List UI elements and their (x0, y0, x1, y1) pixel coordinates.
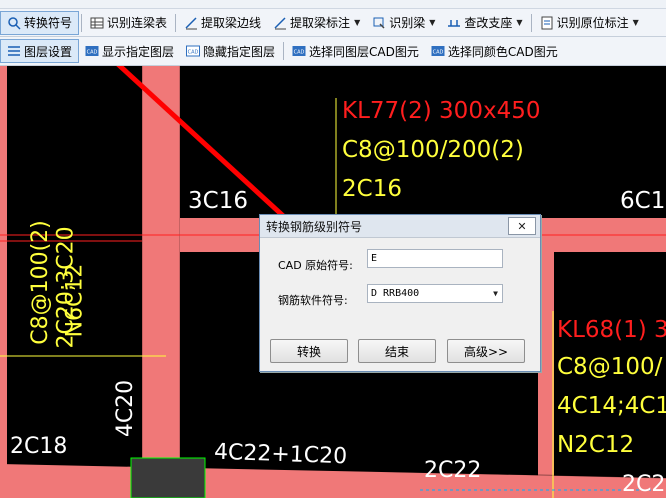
dialog-title: 转换钢筋级别符号 (266, 219, 363, 234)
cad-symbol-label: CAD 原始符号: (278, 259, 353, 272)
cad-select-icon: CAD (292, 44, 306, 58)
chevron-down-icon[interactable]: ▼ (633, 18, 639, 27)
beam-top-bars-kl77: 2C16 (342, 176, 402, 202)
select-same-layer-button[interactable]: CAD 选择同图层CAD图元 (286, 40, 425, 62)
svg-text:CAD: CAD (294, 50, 305, 56)
beam-name-kl68: KL68(1) 3 (557, 317, 666, 343)
dialog-title-bar[interactable]: 转换钢筋级别符号 ✕ (260, 215, 540, 238)
beam-left-edge (0, 66, 7, 498)
beam-bottom (0, 464, 666, 498)
rebar-label-2c2: 2C2 (622, 472, 666, 497)
beam-vertical (142, 66, 180, 498)
identify-icon (372, 16, 386, 30)
rebar-label-6c1: 6C1 (620, 188, 666, 214)
chevron-down-icon[interactable]: ▼ (354, 18, 360, 27)
identify-beam-table-label: 识别连梁表 (107, 16, 168, 30)
beam-name-kl77: KL77(2) 300x450 (342, 98, 541, 124)
convert-symbol-dialog: 转换钢筋级别符号 ✕ CAD 原始符号: E 钢筋软件符号: D RRB400 … (259, 214, 541, 372)
cad-icon: CAD (85, 44, 99, 58)
select-same-color-button[interactable]: CAD 选择同颜色CAD图元 (425, 40, 564, 62)
rebar-label-3c16: 3C16 (188, 188, 248, 214)
rebar-label-2c20-3c20: 2C20;3C20 (53, 226, 79, 349)
convert-symbol-button[interactable]: 转换符号 (0, 10, 80, 35)
extract-beam-edge-label: 提取梁边线 (201, 16, 262, 30)
document-icon (540, 16, 554, 30)
rebar-label-2c22: 2C22 (424, 458, 482, 483)
identify-in-situ-label-label: 识别原位标注 (556, 16, 629, 30)
rebar-label-4c22-1c20: 4C22+1C20 (213, 439, 348, 470)
extract-beam-label-label: 提取梁标注 (290, 16, 351, 30)
rebar-label-n6c12: N6C12 (62, 263, 88, 338)
svg-text:CAD: CAD (87, 50, 98, 56)
table-icon (90, 16, 104, 30)
identify-beam-button[interactable]: 识别梁 ▼ (366, 12, 441, 34)
select-same-layer-label: 选择同图层CAD图元 (309, 44, 419, 59)
layers-icon (7, 44, 21, 58)
software-symbol-select[interactable]: D RRB400 ▼ (367, 284, 503, 303)
identify-in-situ-label-button[interactable]: 识别原位标注 ▼ (534, 12, 645, 34)
chevron-down-icon[interactable]: ▼ (493, 289, 498, 298)
toolbar-row-2: 图层设置 CAD 显示指定图层 CAD 隐藏指定图层 CAD 选择同图层CAD图… (0, 37, 666, 66)
separator (530, 13, 532, 32)
menu-strip (0, 0, 666, 9)
cad-icon: CAD (186, 44, 201, 58)
chevron-down-icon[interactable]: ▼ (429, 18, 435, 27)
advanced-button[interactable]: 高级>> (447, 339, 525, 363)
beam-stirrup-kl68: C8@100/ (557, 354, 663, 380)
software-symbol-label: 钢筋软件符号: (278, 294, 348, 307)
show-layer-label: 显示指定图层 (102, 44, 175, 59)
close-button[interactable]: ✕ (508, 217, 536, 235)
beam-stirrup-kl77: C8@100/200(2) (342, 137, 524, 163)
extract-beam-label-button[interactable]: 提取梁标注 ▼ (267, 12, 366, 34)
chevron-down-icon[interactable]: ▼ (516, 18, 522, 27)
rebar-label-4c20: 4C20 (113, 379, 139, 438)
svg-text:CAD: CAD (188, 50, 199, 56)
svg-text:CAD: CAD (433, 50, 444, 56)
identify-beam-label: 识别梁 (389, 16, 426, 30)
convert-symbol-label: 转换符号 (24, 16, 73, 30)
beam-bars-kl68: 4C14;4C1 (557, 393, 666, 419)
support-icon (447, 16, 461, 30)
layer-settings-label: 图层设置 (24, 44, 73, 59)
label-icon (273, 16, 287, 30)
end-button[interactable]: 结束 (358, 339, 436, 363)
edge-icon (184, 16, 198, 30)
show-layer-button[interactable]: CAD 显示指定图层 (79, 40, 180, 62)
hide-layer-label: 隐藏指定图层 (203, 44, 276, 59)
separator (81, 13, 83, 32)
separator (175, 13, 177, 32)
separator (283, 42, 285, 60)
check-support-button[interactable]: 查改支座 ▼ (441, 12, 528, 34)
column-block (130, 457, 206, 498)
convert-symbol-icon (7, 16, 21, 30)
hide-layer-button[interactable]: CAD 隐藏指定图层 (180, 40, 281, 62)
select-same-color-label: 选择同颜色CAD图元 (447, 44, 558, 59)
extract-beam-edge-button[interactable]: 提取梁边线 (178, 12, 267, 34)
cad-color-icon: CAD (431, 44, 445, 58)
convert-button[interactable]: 转换 (270, 339, 348, 363)
toolbar-row-1: 转换符号 识别连梁表 提取梁边线 提取梁标注 ▼ 识别梁 ▼ 查改支座 ▼ 识别… (0, 9, 666, 37)
identify-beam-table-button[interactable]: 识别连梁表 (84, 12, 173, 34)
layer-settings-button[interactable]: 图层设置 (0, 39, 80, 63)
software-symbol-value: D RRB400 (371, 288, 420, 299)
cad-symbol-input[interactable]: E (367, 249, 503, 268)
beam-n-kl68: N2C12 (557, 432, 635, 458)
rebar-label-2c18: 2C18 (10, 434, 68, 459)
check-support-label: 查改支座 (464, 16, 513, 30)
